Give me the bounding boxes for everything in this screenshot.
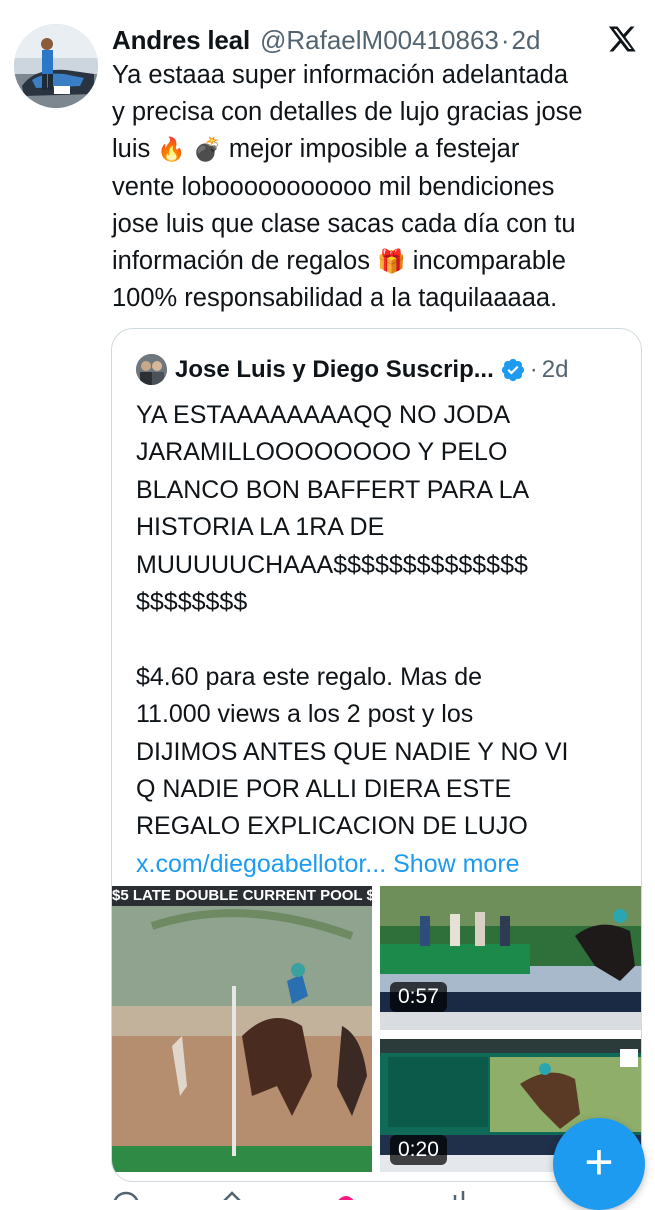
separator-dot: · xyxy=(500,24,510,55)
video-duration-badge: 0:57 xyxy=(390,982,447,1012)
x-logo-icon xyxy=(608,26,636,52)
gift-emoji: 🎁 xyxy=(377,248,406,275)
show-more-link[interactable]: Show more xyxy=(393,850,519,878)
quoted-author-avatar xyxy=(136,354,167,385)
plus-icon: + xyxy=(584,1134,614,1190)
quoted-tweet-text: YA ESTAAAAAAAAQQ NO JODA JARAMILLOOOOOOO… xyxy=(136,397,631,883)
media-video-left[interactable]: $5 LATE DOUBLE CURRENT POOL $ xyxy=(112,886,372,1172)
author-name[interactable]: Andres leal xyxy=(112,25,250,56)
author-handle[interactable]: @RafaelM00410863 xyxy=(260,25,499,56)
quoted-author-name[interactable]: Jose Luis y Diego Suscrip... xyxy=(175,356,494,384)
tweet-timestamp[interactable]: 2d xyxy=(512,25,541,56)
quoted-tweet-header: Jose Luis y Diego Suscrip... · 2d xyxy=(136,354,568,385)
tweet-header: Andres leal @RafaelM00410863 · 2d xyxy=(112,22,637,58)
author-avatar[interactable] xyxy=(14,24,98,108)
video-duration-badge: 0:20 xyxy=(390,1135,447,1165)
tweet-text: Ya estaaa super información adelantada y… xyxy=(112,57,642,317)
bomb-emoji: 💣 xyxy=(193,136,222,163)
quoted-separator-dot: · xyxy=(529,355,538,383)
like-icon xyxy=(336,1196,356,1203)
quoted-tweet-link[interactable]: x.com/diegoabellotor... xyxy=(136,850,386,878)
fire-emoji: 🔥 xyxy=(157,136,186,163)
verified-badge-icon xyxy=(501,358,524,381)
retweet-icon xyxy=(221,1191,243,1204)
quoted-tweet-timestamp[interactable]: 2d xyxy=(542,356,569,384)
quoted-tweet-body: YA ESTAAAAAAAAQQ NO JODA JARAMILLOOOOOOO… xyxy=(136,401,569,841)
compose-button[interactable]: + xyxy=(553,1118,645,1210)
quoted-tweet-card[interactable]: Jose Luis y Diego Suscrip... · 2d YA EST… xyxy=(111,328,642,1182)
media-overlay-text: $5 LATE DOUBLE CURRENT POOL $ xyxy=(112,887,372,904)
views-icon xyxy=(453,1191,465,1203)
reply-icon xyxy=(112,1191,140,1210)
media-video-top-right[interactable]: 0:57 xyxy=(380,886,641,1030)
